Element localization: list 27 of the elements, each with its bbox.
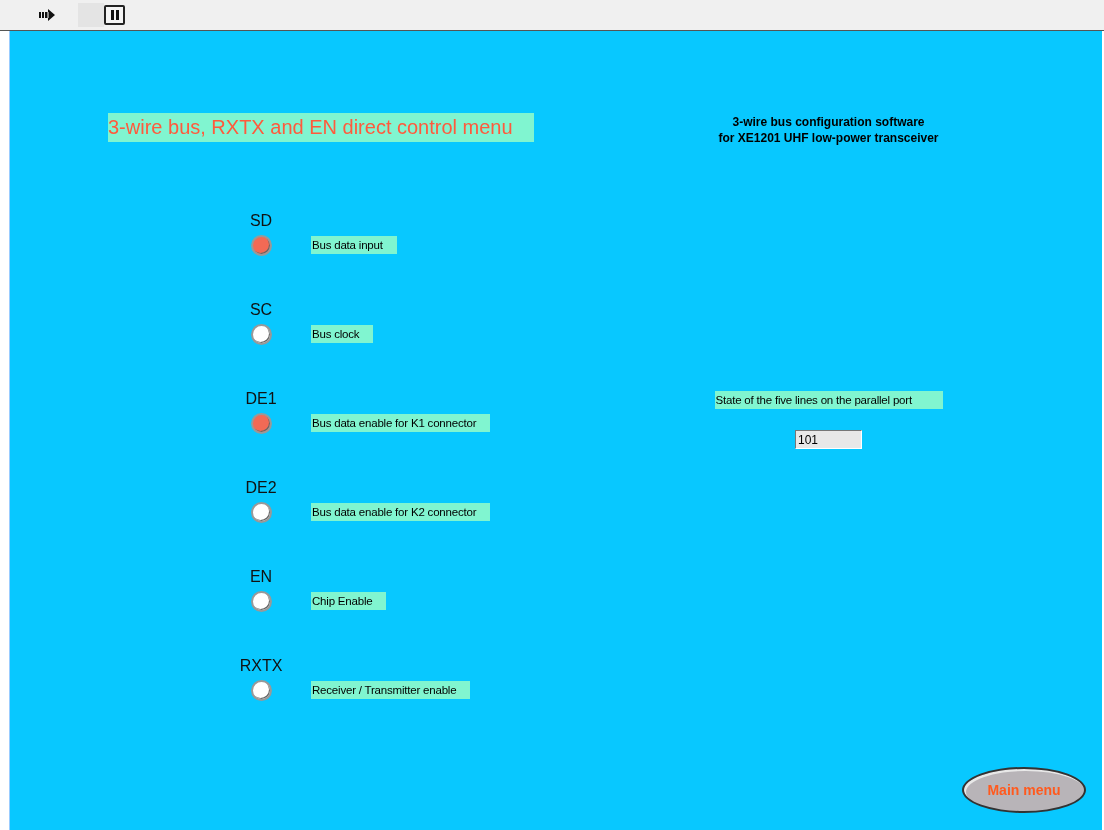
main-menu-button[interactable]: Main menu [962, 767, 1086, 813]
line-description: Chip Enable [311, 592, 387, 610]
led-indicator[interactable] [250, 680, 272, 701]
line-name: EN [249, 568, 273, 586]
line-description: Bus clock [311, 325, 374, 343]
line-name: SC [249, 301, 273, 319]
led-indicator[interactable] [250, 502, 272, 523]
line-name: DE1 [245, 390, 277, 408]
run-arrow-icon[interactable] [38, 8, 56, 22]
line-name: RXTX [239, 657, 283, 675]
panel-title: 3-wire bus, RXTX and EN direct control menu [108, 113, 534, 142]
led-indicator[interactable] [250, 591, 272, 612]
pause-button[interactable] [104, 5, 125, 25]
line-description: Bus data input [311, 236, 397, 254]
line-description: Bus data enable for K2 connector [311, 503, 491, 521]
led-indicator[interactable] [250, 235, 272, 256]
header-text: for XE1201 UHF low-power transceiver [718, 130, 939, 146]
toolbar-spacer [78, 3, 104, 27]
line-name: DE2 [245, 479, 277, 497]
parallel-port-field: 101 [795, 430, 862, 449]
led-indicator[interactable] [250, 413, 272, 434]
led-indicator[interactable] [250, 324, 272, 345]
line-description: Receiver / Transmitter enable [311, 681, 471, 699]
parallel-port-label: State of the five lines on the parallel port [714, 391, 943, 409]
header-text: 3-wire bus configuration software [732, 114, 925, 130]
line-name: SD [249, 212, 273, 230]
line-description: Bus data enable for K1 connector [311, 414, 491, 432]
